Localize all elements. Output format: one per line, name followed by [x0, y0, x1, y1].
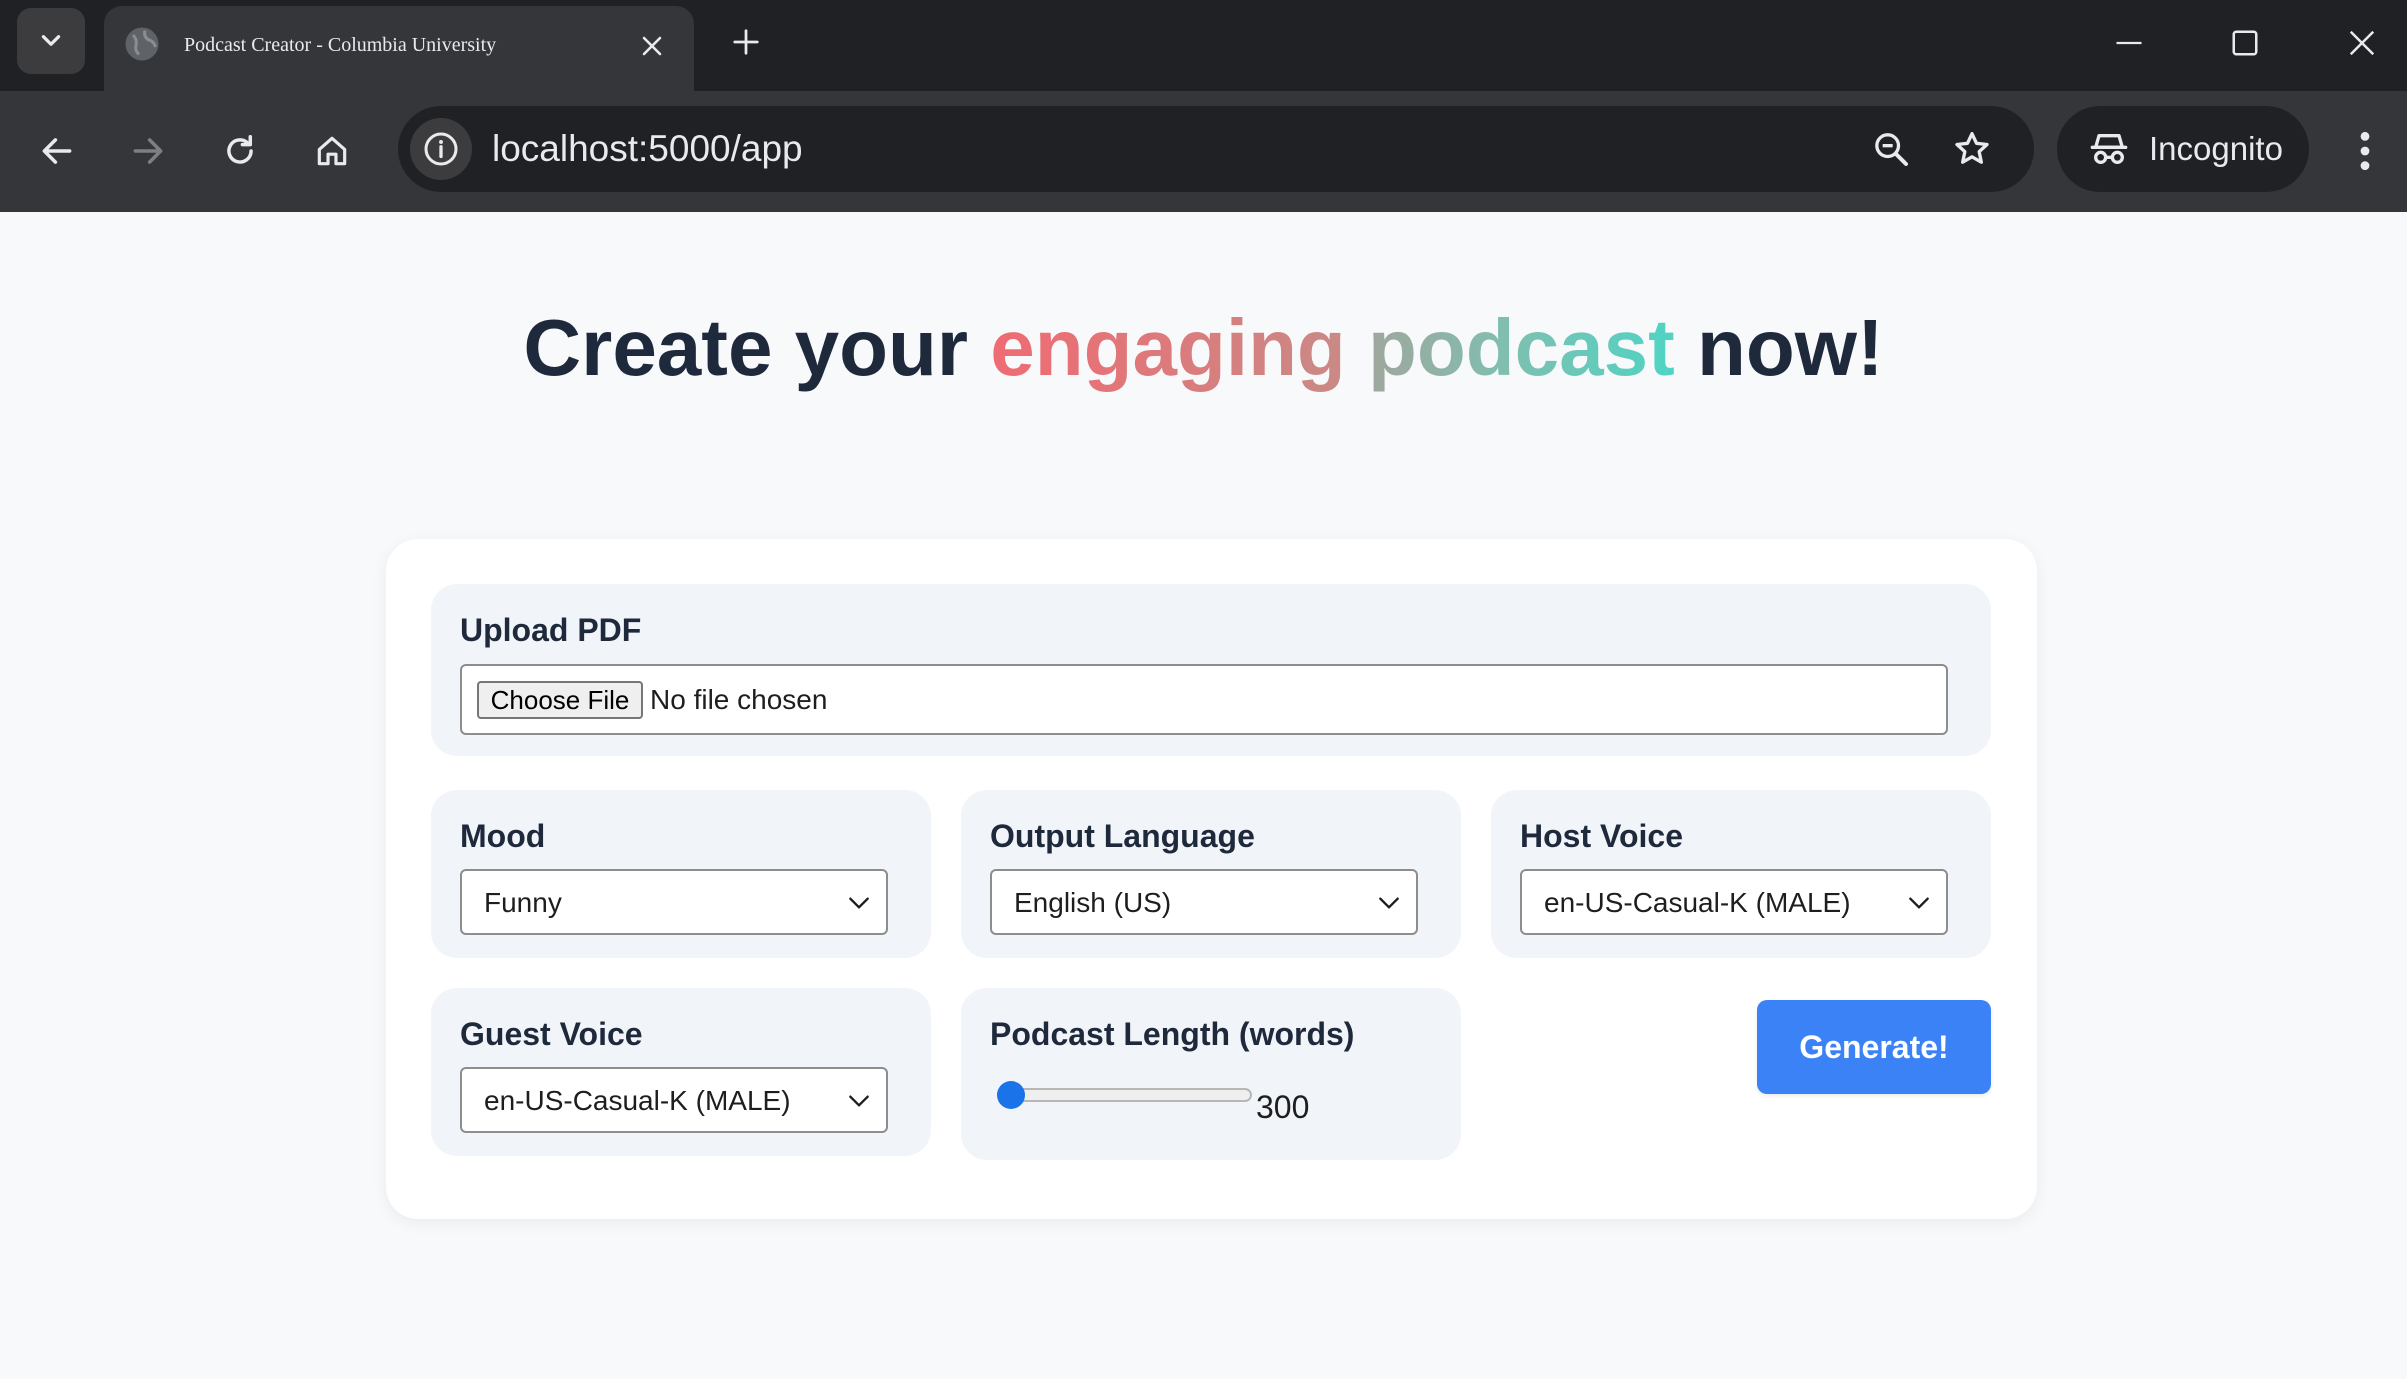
- chevron-down-icon: [41, 35, 61, 46]
- podcast-form-card: Upload PDF Choose File No file chosen Mo…: [386, 539, 2037, 1219]
- minimize-button[interactable]: [2104, 18, 2154, 68]
- reload-icon: [227, 135, 253, 164]
- address-bar[interactable]: localhost:5000/app: [398, 106, 2034, 192]
- minimize-icon: [2116, 41, 2142, 45]
- new-tab-button[interactable]: [724, 20, 768, 64]
- guest-voice-label: Guest Voice: [460, 1016, 643, 1052]
- back-button[interactable]: [27, 121, 87, 181]
- forward-button[interactable]: [118, 121, 178, 181]
- output-language-select[interactable]: English (US): [990, 869, 1418, 935]
- podcast-length-value: 300: [1256, 1089, 1310, 1125]
- headline-part1: Create your: [523, 303, 991, 392]
- chevron-down-icon: [1372, 886, 1406, 920]
- maximize-icon: [2232, 30, 2258, 56]
- zoom-icon: [1875, 133, 1908, 166]
- headline-part2: now!: [1674, 303, 1884, 392]
- upload-pdf-panel: Upload PDF Choose File No file chosen: [431, 584, 1991, 756]
- incognito-icon: [2090, 134, 2128, 164]
- home-icon: [317, 136, 347, 166]
- slider-track: [997, 1088, 1252, 1102]
- file-status: No file chosen: [650, 684, 828, 715]
- browser-tab-active[interactable]: Podcast Creator - Columbia University: [104, 6, 694, 91]
- reload-button[interactable]: [210, 121, 270, 181]
- tab-search-button[interactable]: [17, 8, 85, 74]
- site-info-button[interactable]: [410, 118, 472, 180]
- arrow-left-icon: [42, 138, 72, 164]
- headline-space: [1346, 303, 1368, 392]
- arrow-right-icon: [133, 138, 163, 164]
- mood-panel: Mood Funny: [431, 790, 931, 958]
- maximize-button[interactable]: [2220, 18, 2270, 68]
- host-voice-select[interactable]: en-US-Casual-K (MALE): [1520, 869, 1948, 935]
- output-language-panel: Output Language English (US): [961, 790, 1461, 958]
- mood-label: Mood: [460, 818, 546, 854]
- upload-pdf-label: Upload PDF: [460, 612, 642, 648]
- close-icon: [2349, 30, 2375, 56]
- chevron-down-icon: [842, 1084, 876, 1118]
- chevron-down-icon: [842, 886, 876, 920]
- host-voice-label: Host Voice: [1520, 818, 1683, 854]
- podcast-length-label: Podcast Length (words): [990, 1016, 1355, 1052]
- info-icon: [424, 132, 458, 166]
- output-language-label: Output Language: [990, 818, 1255, 854]
- bookmark-button[interactable]: [1947, 124, 1997, 174]
- address-bar-url[interactable]: localhost:5000/app: [492, 127, 803, 171]
- globe-icon: [125, 27, 159, 61]
- generate-button[interactable]: Generate!: [1757, 1000, 1991, 1094]
- mood-select[interactable]: Funny: [460, 869, 888, 935]
- podcast-length-slider[interactable]: [997, 1081, 1252, 1109]
- incognito-profile-button[interactable]: Incognito: [2057, 106, 2309, 192]
- guest-voice-panel: Guest Voice en-US-Casual-K (MALE): [431, 988, 931, 1156]
- tab-title: Podcast Creator - Columbia University: [184, 34, 497, 56]
- headline-highlight-podcast: podcast: [1368, 303, 1675, 392]
- home-button[interactable]: [302, 121, 362, 181]
- host-voice-select-value: en-US-Casual-K (MALE): [1544, 887, 1851, 918]
- zoom-button[interactable]: [1866, 124, 1916, 174]
- podcast-length-panel: Podcast Length (words) 300: [961, 988, 1461, 1160]
- incognito-label: Incognito: [2149, 130, 2283, 167]
- more-vert-icon: [2360, 131, 2370, 171]
- host-voice-panel: Host Voice en-US-Casual-K (MALE): [1491, 790, 1991, 958]
- guest-voice-select[interactable]: en-US-Casual-K (MALE): [460, 1067, 888, 1133]
- star-icon: [1955, 132, 1989, 164]
- close-icon: [642, 36, 662, 56]
- mood-select-value: Funny: [484, 887, 562, 918]
- page-headline: Create your engaging podcast now!: [0, 302, 2407, 394]
- browser-tab-strip: Podcast Creator - Columbia University: [0, 0, 2407, 91]
- output-language-select-value: English (US): [1014, 887, 1172, 918]
- page-content: Create your engaging podcast now! Upload…: [0, 212, 2407, 1379]
- slider-thumb[interactable]: [997, 1081, 1025, 1109]
- chevron-down-icon: [1902, 886, 1936, 920]
- guest-voice-select-value: en-US-Casual-K (MALE): [484, 1085, 791, 1116]
- plus-icon: [733, 29, 759, 55]
- file-input[interactable]: Choose File No file chosen: [460, 664, 1948, 735]
- browser-menu-button[interactable]: [2338, 121, 2392, 181]
- choose-file-button[interactable]: Choose File: [477, 681, 643, 719]
- headline-highlight-engaging: engaging: [990, 303, 1346, 392]
- browser-toolbar: localhost:5000/app Incognito: [0, 91, 2407, 212]
- tab-close-button[interactable]: [632, 26, 672, 66]
- window-close-button[interactable]: [2337, 18, 2387, 68]
